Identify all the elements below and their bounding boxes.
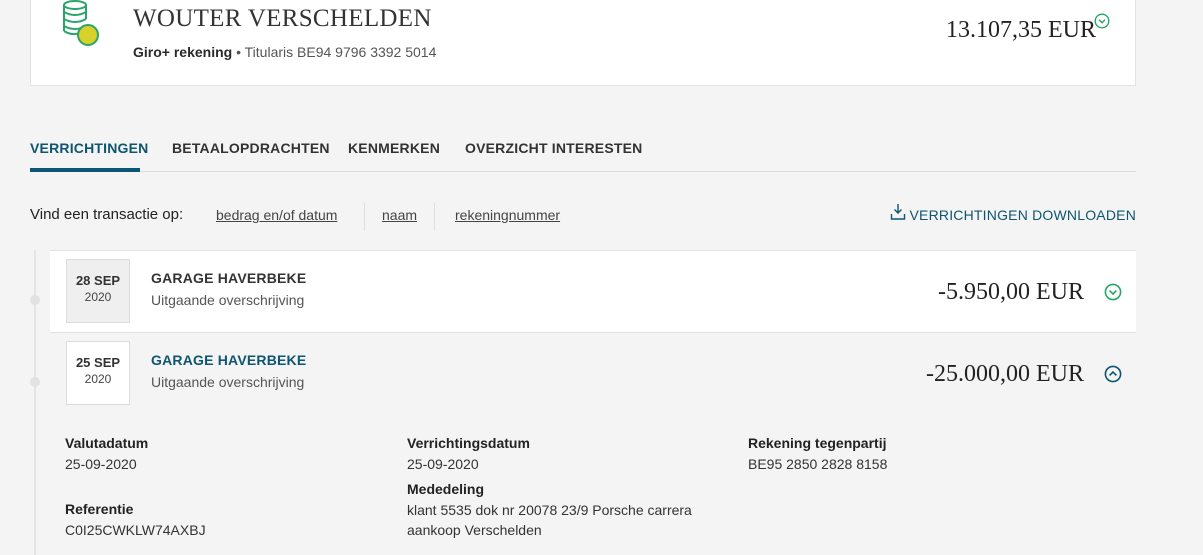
transaction-year: 2020 xyxy=(84,290,112,304)
tab-overzicht-interesten[interactable]: OVERZICHT INTERESTEN xyxy=(465,140,642,156)
message-label: Mededeling xyxy=(407,481,485,497)
separator-dot: • xyxy=(232,44,245,60)
filter-account-number-link[interactable]: rekeningnummer xyxy=(455,207,560,223)
transaction-row[interactable]: 28 SEP 2020 GARAGE HAVERBEKE Uitgaande o… xyxy=(50,250,1136,332)
reference-value: C0I25CWKLW74AXBJ xyxy=(65,522,206,538)
filter-label: Vind een transactie op: xyxy=(30,206,184,223)
transaction-type: Uitgaande overschrijving xyxy=(151,374,305,390)
tab-verrichtingen[interactable]: VERRICHTINGEN xyxy=(30,140,149,156)
account-card: WOUTER VERSCHELDEN Giro+ rekening • Titu… xyxy=(30,0,1136,86)
transaction-filter: Vind een transactie op: bedrag en/of dat… xyxy=(30,203,1136,231)
transaction-date-value: 25-09-2020 xyxy=(407,456,479,472)
counterparty-account: BE95 2850 2828 8158 xyxy=(748,456,888,472)
value-date-label: Valutadatum xyxy=(65,435,149,451)
transaction-date: 28 SEP 2020 xyxy=(66,259,130,323)
filter-name-link[interactable]: naam xyxy=(382,207,417,223)
message-line-2: aankoop Verschelden xyxy=(407,522,542,538)
transaction-day: 28 SEP xyxy=(75,273,121,288)
transaction-counterparty: GARAGE HAVERBEKE xyxy=(151,352,307,368)
transaction-day: 25 SEP xyxy=(75,355,121,370)
transaction-date: 25 SEP 2020 xyxy=(66,341,130,405)
transaction-row-expanded[interactable]: 25 SEP 2020 GARAGE HAVERBEKE Uitgaande o… xyxy=(50,332,1136,555)
tab-betaalopdrachten[interactable]: BETAALOPDRACHTEN xyxy=(172,140,330,156)
download-label: VERRICHTINGEN DOWNLOADEN xyxy=(909,207,1136,223)
holder-label: Titularis xyxy=(244,44,294,60)
value-date: 25-09-2020 xyxy=(65,456,137,472)
chevron-down-icon[interactable] xyxy=(1094,13,1110,29)
transaction-type: Uitgaande overschrijving xyxy=(151,292,305,308)
account-type: Giro+ rekening xyxy=(133,44,233,60)
message-line-1: klant 5535 dok nr 20078 23/9 Porsche car… xyxy=(407,502,692,518)
timeline-dot xyxy=(30,295,40,305)
account-iban: BE94 9796 3392 5014 xyxy=(297,44,437,60)
timeline-dot xyxy=(30,377,40,387)
download-transactions-button[interactable]: VERRICHTINGEN DOWNLOADEN xyxy=(890,204,1136,223)
transaction-amount: -25.000,00 EUR xyxy=(926,361,1084,387)
tab-bar: VERRICHTINGEN BETAALOPDRACHTEN KENMERKEN… xyxy=(30,132,1136,172)
coins-icon xyxy=(63,0,99,46)
transaction-counterparty: GARAGE HAVERBEKE xyxy=(151,270,307,286)
account-balance: 13.107,35 EUR xyxy=(946,17,1096,43)
transaction-year: 2020 xyxy=(84,372,112,386)
transaction-amount: -5.950,00 EUR xyxy=(938,279,1084,305)
account-holder-name: WOUTER VERSCHELDEN xyxy=(133,5,432,32)
download-icon xyxy=(890,204,905,220)
counterparty-account-label: Rekening tegenpartij xyxy=(748,435,887,451)
account-line: Giro+ rekening • Titularis BE94 9796 339… xyxy=(133,44,436,60)
divider xyxy=(434,203,435,231)
filter-amount-date-link[interactable]: bedrag en/of datum xyxy=(216,207,337,223)
chevron-down-icon[interactable] xyxy=(1104,283,1122,301)
chevron-up-icon[interactable] xyxy=(1104,365,1122,383)
tab-kenmerken[interactable]: KENMERKEN xyxy=(348,140,440,156)
transaction-date-label: Verrichtingsdatum xyxy=(407,435,530,451)
reference-label: Referentie xyxy=(65,501,134,517)
active-tab-indicator xyxy=(30,168,140,172)
divider xyxy=(364,203,365,231)
